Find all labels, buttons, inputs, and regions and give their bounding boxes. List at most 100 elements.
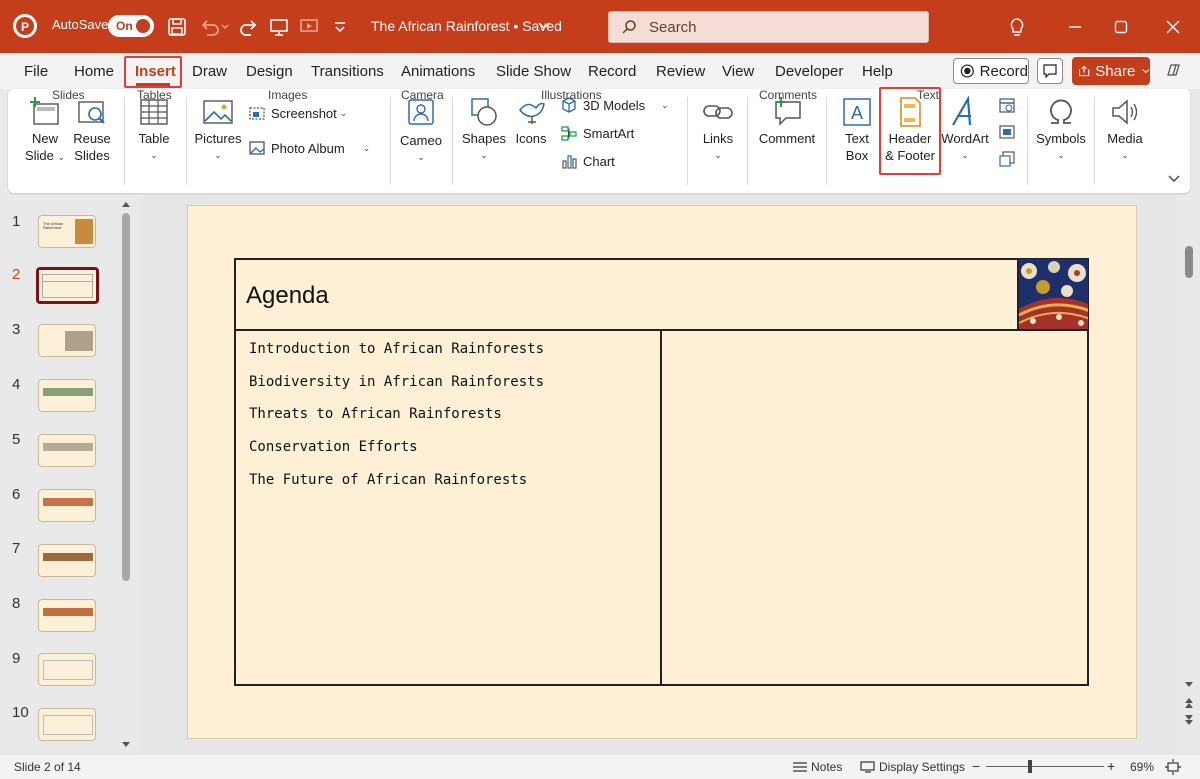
thumbnail-number: 1 — [12, 213, 21, 230]
media-button[interactable]: Media ⌄ — [1102, 96, 1148, 164]
tab-file[interactable]: File — [24, 63, 48, 80]
slide-title[interactable]: Agenda — [246, 282, 329, 310]
zoom-in-button[interactable]: + — [1107, 758, 1115, 774]
agenda-item[interactable]: Biodiversity in African Rainforests — [249, 374, 544, 390]
fit-slide-icon[interactable] — [1165, 759, 1181, 775]
shapes-button[interactable]: Shapes ⌄ — [460, 96, 508, 164]
display-settings-button[interactable]: Display Settings — [860, 760, 965, 774]
shapes-icon — [471, 98, 497, 126]
pictures-label: Pictures — [194, 131, 242, 146]
redo-icon[interactable] — [238, 16, 260, 38]
minimize-icon[interactable] — [1064, 16, 1086, 38]
slide-thumbnail[interactable] — [38, 434, 96, 467]
scroll-down-icon[interactable] — [1183, 680, 1195, 690]
scroll-down-icon[interactable] — [120, 740, 132, 750]
tab-developer[interactable]: Developer — [775, 63, 843, 80]
wordart-button[interactable]: WordArt ⌄ — [938, 96, 992, 164]
slide-thumbnail[interactable] — [38, 489, 96, 522]
text-box-icon: A — [843, 98, 871, 126]
text-box-button[interactable]: A Text Box — [834, 96, 880, 164]
date-time-icon[interactable] — [997, 96, 1017, 114]
tab-animations[interactable]: Animations — [401, 63, 475, 80]
chevron-down-icon[interactable] — [536, 18, 552, 34]
agenda-item[interactable]: Threats to African Rainforests — [249, 406, 502, 422]
comments-button[interactable] — [1037, 58, 1063, 84]
save-icon[interactable] — [166, 16, 188, 38]
reuse-slides-button[interactable]: Reuse Slides — [70, 96, 114, 164]
collapse-ribbon-icon[interactable] — [1166, 172, 1182, 186]
record-button[interactable]: Record — [953, 58, 1029, 84]
copilot-icon[interactable] — [1164, 60, 1184, 80]
chart-button[interactable]: Chart — [560, 152, 615, 170]
search-input[interactable]: Search — [608, 11, 929, 43]
previous-slide-icon[interactable] — [1183, 697, 1195, 709]
customize-toolbar-icon[interactable] — [330, 16, 350, 38]
agenda-item[interactable]: Conservation Efforts — [249, 439, 418, 455]
decorative-pattern-image — [1017, 259, 1088, 329]
slide-thumbnail[interactable]: The African Rainforest — [38, 215, 96, 248]
pictures-button[interactable]: Pictures ⌄ — [194, 96, 242, 164]
slide-thumbnail[interactable] — [38, 324, 96, 357]
zoom-slider-thumb[interactable] — [1028, 760, 1032, 773]
close-icon[interactable] — [1162, 16, 1184, 38]
slideshow-from-current-icon[interactable] — [298, 16, 320, 38]
next-slide-icon[interactable] — [1183, 714, 1195, 726]
cameo-button[interactable]: Cameo ⌄ — [397, 96, 445, 166]
slide-thumbnail[interactable] — [38, 653, 96, 686]
group-label-illustrations: Illustrations — [541, 88, 602, 102]
notes-button[interactable]: Notes — [792, 760, 842, 774]
comment-label: Comment — [758, 131, 816, 146]
photo-album-button[interactable]: Photo Album ⌄ — [248, 139, 370, 157]
agenda-item[interactable]: Introduction to African Rainforests — [249, 341, 544, 357]
tab-draw[interactable]: Draw — [192, 63, 227, 80]
text-box-label-1: Text — [845, 131, 869, 146]
group-separator — [826, 97, 827, 185]
zoom-slider[interactable] — [986, 766, 1104, 767]
comment-button[interactable]: Comment — [756, 96, 818, 147]
zoom-level[interactable]: 69% — [1130, 760, 1154, 774]
symbols-button[interactable]: Symbols ⌄ — [1034, 96, 1088, 164]
icons-label: Icons — [515, 131, 547, 146]
powerpoint-app-icon: P — [12, 13, 38, 39]
slide-thumbnail[interactable] — [38, 379, 96, 412]
scroll-up-icon[interactable] — [120, 199, 132, 209]
present-icon[interactable] — [268, 16, 290, 38]
slide-thumbnail[interactable] — [38, 599, 96, 632]
tab-transitions[interactable]: Transitions — [311, 63, 384, 80]
tab-view[interactable]: View — [722, 63, 754, 80]
tab-review[interactable]: Review — [656, 63, 705, 80]
thumbnails-scrollbar[interactable] — [122, 213, 130, 581]
object-icon[interactable] — [997, 150, 1017, 168]
display-settings-icon — [860, 761, 875, 773]
zoom-out-button[interactable]: − — [972, 758, 980, 774]
slide-thumbnail[interactable] — [38, 708, 96, 741]
media-label: Media — [1107, 131, 1143, 146]
notes-icon — [793, 762, 807, 772]
photo-album-icon — [249, 141, 265, 155]
tab-help[interactable]: Help — [862, 63, 893, 80]
tab-home[interactable]: Home — [74, 63, 114, 80]
autosave-toggle[interactable]: On — [108, 15, 154, 37]
share-icon — [1078, 65, 1090, 77]
smartart-button[interactable]: SmartArt — [560, 124, 634, 142]
slide-thumbnail-selected[interactable] — [36, 267, 99, 304]
table-button[interactable]: Table ⌄ — [132, 96, 176, 164]
icons-button[interactable]: Icons — [510, 96, 552, 147]
editor-scrollbar[interactable] — [1185, 246, 1193, 278]
lightbulb-icon[interactable] — [1006, 16, 1028, 38]
new-slide-button[interactable]: New Slide ⌄ — [22, 96, 68, 166]
screenshot-button[interactable]: Screenshot ⌄ — [248, 104, 347, 122]
tab-design[interactable]: Design — [246, 63, 293, 80]
tab-record[interactable]: Record — [588, 63, 636, 80]
tab-slide-show[interactable]: Slide Show — [496, 63, 571, 80]
share-button[interactable]: Share — [1072, 57, 1150, 85]
slide-number-icon[interactable] — [997, 123, 1017, 141]
maximize-icon[interactable] — [1110, 16, 1132, 38]
undo-icon[interactable] — [198, 16, 230, 38]
thumbnail-number: 9 — [12, 650, 21, 667]
agenda-item[interactable]: The Future of African Rainforests — [249, 472, 527, 488]
screenshot-icon — [249, 107, 265, 120]
slide-thumbnail[interactable] — [38, 544, 96, 577]
table-label: Table — [138, 131, 170, 146]
links-button[interactable]: Links ⌄ — [696, 96, 740, 164]
